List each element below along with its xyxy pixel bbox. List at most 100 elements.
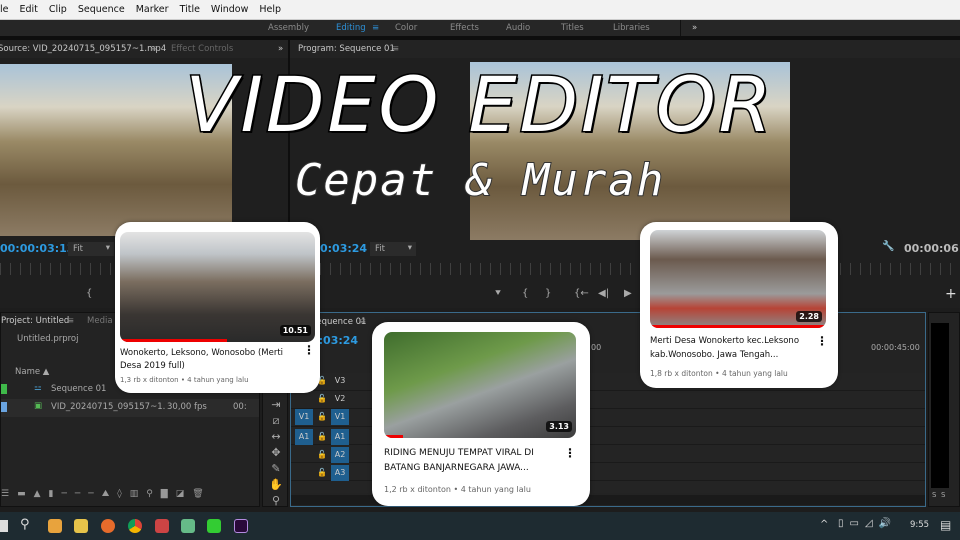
clock[interactable]: 9:55 bbox=[910, 520, 929, 530]
tab-menu-icon[interactable]: ≡ bbox=[392, 44, 399, 54]
track-v1[interactable]: V1 bbox=[331, 409, 349, 425]
go-to-in-button[interactable]: {← bbox=[574, 288, 589, 299]
source-patch-a1[interactable]: A1 bbox=[295, 429, 313, 445]
tray-icons[interactable]: ▯▭◿🔊 bbox=[838, 518, 897, 529]
track-v2[interactable]: V2 bbox=[331, 391, 349, 407]
workspace-color[interactable]: Color bbox=[395, 23, 417, 33]
video-meta: 1,8 rb x ditonton • 4 tahun yang lalu bbox=[650, 369, 788, 378]
workspace-assembly[interactable]: Assembly bbox=[268, 23, 309, 33]
workspace-libraries[interactable]: Libraries bbox=[613, 23, 650, 33]
label-color-green bbox=[1, 384, 7, 394]
mark-in-button[interactable]: { bbox=[522, 288, 528, 299]
video-duration: 3.13 bbox=[546, 421, 572, 432]
firefox-icon[interactable] bbox=[101, 519, 115, 533]
video-card[interactable]: 10.51 Wonokerto, Leksono, Wonosobo (Mert… bbox=[115, 222, 320, 393]
workspace-audio[interactable]: Audio bbox=[506, 23, 530, 33]
lock-icon[interactable]: 🔓 bbox=[313, 409, 331, 425]
menu-edit[interactable]: Edit bbox=[19, 4, 37, 15]
tab-project[interactable]: Project: Untitled bbox=[1, 316, 69, 326]
menu-window[interactable]: Window bbox=[211, 4, 248, 15]
app-icon-green[interactable] bbox=[207, 519, 221, 533]
project-file-name: Untitled.prproj bbox=[17, 334, 79, 344]
track-a1[interactable]: A1 bbox=[331, 429, 349, 445]
tab-menu-icon[interactable]: ≡ bbox=[359, 317, 366, 327]
add-button[interactable]: + bbox=[945, 286, 957, 302]
column-header-name[interactable]: Name ▲ bbox=[15, 367, 49, 377]
more-options-icon[interactable]: ⋮ bbox=[816, 334, 828, 348]
source-mark-in-button[interactable]: { bbox=[86, 288, 92, 299]
workspace-effects[interactable]: Effects bbox=[450, 23, 479, 33]
notification-icon[interactable]: ▤ bbox=[940, 518, 951, 532]
more-options-icon[interactable]: ⋮ bbox=[564, 446, 576, 460]
program-fit-dropdown[interactable]: Fit bbox=[370, 242, 416, 256]
premiere-pro-icon[interactable] bbox=[234, 519, 248, 533]
video-meta: 1,3 rb x ditonton • 4 tahun yang lalu bbox=[120, 376, 249, 384]
menu-sequence[interactable]: Sequence bbox=[78, 4, 125, 15]
menu-marker[interactable]: Marker bbox=[136, 4, 169, 15]
add-marker-button[interactable]: ⯆ bbox=[494, 288, 502, 299]
watch-progress bbox=[120, 339, 228, 342]
item-start: 00: bbox=[233, 402, 247, 412]
menu-clip[interactable]: Clip bbox=[49, 4, 67, 15]
project-toolbar[interactable]: ☰▬▲▮───⛰◊▥⚲▇◪🗑 bbox=[1, 489, 259, 499]
divider bbox=[680, 20, 681, 36]
tab-menu-icon[interactable]: ≡ bbox=[150, 44, 157, 54]
app-icon[interactable] bbox=[155, 519, 169, 533]
menu-title[interactable]: Title bbox=[180, 4, 200, 15]
wrench-icon[interactable]: 🔧 bbox=[882, 241, 894, 252]
tool-icons[interactable]: ⇥ ⧄ ↔ ✥ ✎ ✋ ⚲ bbox=[268, 397, 284, 509]
video-title[interactable]: Wonokerto, Leksono, Wonosobo (Merti Desa… bbox=[120, 347, 300, 373]
lock-icon[interactable]: 🔓 bbox=[313, 391, 331, 407]
source-timecode[interactable]: 00:00:03:13 bbox=[0, 242, 74, 255]
track-v3[interactable]: V3 bbox=[331, 373, 349, 389]
source-fit-dropdown[interactable]: Fit bbox=[68, 242, 114, 256]
track-a3[interactable]: A3 bbox=[331, 465, 349, 481]
mark-out-button[interactable]: } bbox=[545, 288, 551, 299]
play-button[interactable]: ▶ bbox=[624, 288, 632, 299]
audio-meter: S S bbox=[928, 312, 960, 507]
tab-effect-controls[interactable]: Effect Controls bbox=[171, 44, 233, 54]
chrome-icon[interactable] bbox=[128, 519, 142, 533]
more-options-icon[interactable]: ⋮ bbox=[303, 343, 315, 357]
video-meta: 1,2 rb x ditonton • 4 tahun yang lalu bbox=[384, 485, 531, 494]
meter-bars bbox=[931, 323, 949, 488]
source-patch-v1[interactable]: V1 bbox=[295, 409, 313, 425]
lock-icon[interactable]: 🔓 bbox=[313, 447, 331, 463]
search-icon[interactable]: ⚲ bbox=[20, 517, 30, 532]
project-item[interactable]: ▣ VID_20240715_095157~1. 30,00 fps 00: bbox=[1, 399, 259, 417]
ruler-end: 00:00:45:00 bbox=[871, 343, 920, 352]
workspace-menu-icon[interactable]: ≡ bbox=[372, 23, 379, 33]
file-explorer-icon[interactable] bbox=[74, 519, 88, 533]
workspace-more-button[interactable]: » bbox=[692, 23, 697, 33]
lock-icon[interactable]: 🔓 bbox=[313, 429, 331, 445]
start-icon[interactable] bbox=[0, 520, 8, 532]
video-thumbnail[interactable]: 10.51 bbox=[120, 232, 315, 342]
video-title[interactable]: RIDING MENUJU TEMPAT VIRAL DI BATANG BAN… bbox=[384, 446, 559, 476]
video-card[interactable]: 3.13 RIDING MENUJU TEMPAT VIRAL DI BATAN… bbox=[372, 322, 590, 506]
menu-help[interactable]: Help bbox=[259, 4, 281, 15]
workspace-titles[interactable]: Titles bbox=[561, 23, 584, 33]
step-back-button[interactable]: ◀| bbox=[598, 288, 609, 299]
tray-expand-icon[interactable]: ^ bbox=[820, 519, 828, 530]
video-thumbnail[interactable]: 3.13 bbox=[384, 332, 576, 438]
video-duration: 2.28 bbox=[796, 311, 822, 322]
more-tabs-button[interactable]: » bbox=[278, 44, 283, 54]
program-timecode[interactable]: 0:03:24 bbox=[320, 242, 367, 255]
program-ruler[interactable] bbox=[290, 263, 960, 275]
media-player-icon[interactable] bbox=[48, 519, 62, 533]
tab-menu-icon[interactable]: ≡ bbox=[67, 316, 74, 326]
menu-file[interactable]: le bbox=[0, 4, 8, 15]
tab-source[interactable]: Source: VID_20240715_095157~1.mp4 bbox=[0, 44, 166, 54]
lock-icon[interactable]: 🔓 bbox=[313, 465, 331, 481]
taskbar: ⚲ ^ ▯▭◿🔊 9:55 ▤ bbox=[0, 512, 960, 540]
solo-button-right[interactable]: S bbox=[941, 491, 945, 499]
sequence-icon: ⚍ bbox=[34, 383, 42, 393]
video-thumbnail[interactable]: 2.28 bbox=[650, 230, 826, 328]
tab-program[interactable]: Program: Sequence 01 bbox=[298, 44, 395, 54]
paint-icon[interactable] bbox=[181, 519, 195, 533]
track-a2[interactable]: A2 bbox=[331, 447, 349, 463]
solo-button-left[interactable]: S bbox=[932, 491, 936, 499]
video-card[interactable]: 2.28 Merti Desa Wonokerto kec.Leksono ka… bbox=[640, 222, 838, 388]
workspace-editing[interactable]: Editing bbox=[336, 23, 366, 33]
video-title[interactable]: Merti Desa Wonokerto kec.Leksono kab.Won… bbox=[650, 334, 810, 362]
